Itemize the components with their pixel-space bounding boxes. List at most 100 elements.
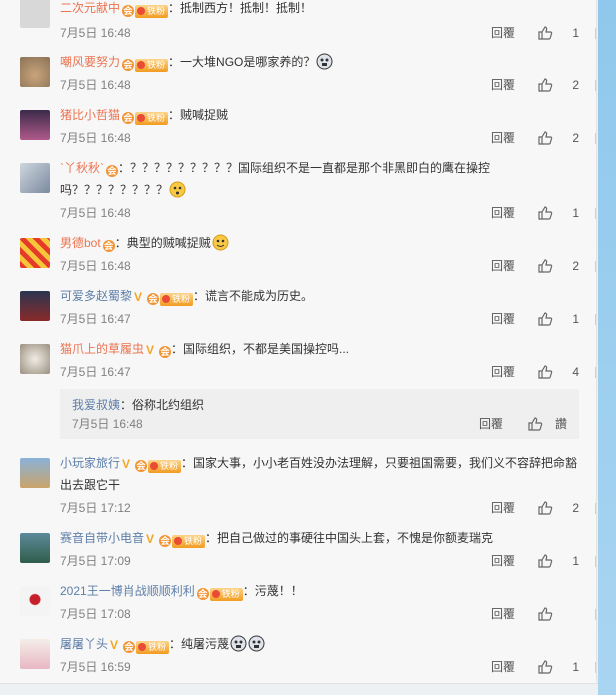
verified-icon: V: [122, 457, 131, 471]
like-count: 4: [572, 365, 579, 379]
avatar[interactable]: [20, 458, 50, 488]
thumbs-up-icon: [538, 206, 553, 220]
bottom-edge: [0, 683, 598, 695]
avatar[interactable]: [20, 0, 50, 28]
comment-username[interactable]: 猫爪上的草履虫: [60, 342, 144, 356]
comment-username[interactable]: `丫秋秋`: [60, 161, 104, 175]
avatar[interactable]: [20, 639, 50, 669]
thumbs-up-icon: [528, 417, 543, 431]
fan-badge: 铁粉: [209, 588, 243, 601]
reply-button[interactable]: 回覆: [491, 499, 515, 517]
reply-button[interactable]: 回覆: [491, 552, 515, 570]
reply-button[interactable]: 回覆: [491, 310, 515, 328]
member-badge-icon: 会: [147, 293, 160, 305]
like-count: 1: [572, 206, 579, 220]
member-badge-icon: 会: [196, 588, 209, 600]
reply-button[interactable]: 回覆: [491, 24, 515, 42]
reply-button[interactable]: 回覆: [491, 129, 515, 147]
comment-text: ：污蔑！！: [242, 584, 303, 598]
like-count: 2: [572, 131, 579, 145]
member-badge-icon: 会: [159, 535, 172, 547]
member-badge-icon: 会: [135, 460, 148, 472]
comment-text: ：国际组织，不都是美国操控吗...: [171, 342, 350, 356]
comment-time: 7月5日 16:48: [60, 206, 131, 220]
member-badge-icon: 会: [122, 5, 135, 17]
emoji-face-icon: [212, 234, 229, 251]
verified-icon: V: [146, 532, 155, 546]
comment-time: 7月5日 17:08: [60, 607, 131, 621]
comment-time: 7月5日 16:48: [60, 78, 131, 92]
comment-username[interactable]: 2021王一博肖战顺顺利利: [60, 584, 195, 598]
comment-username[interactable]: 嘲风要努力: [60, 55, 120, 69]
member-badge-icon: 会: [123, 641, 136, 653]
comment-username[interactable]: 屠屠丫头: [60, 637, 108, 651]
reply-button[interactable]: 回覆: [491, 363, 515, 381]
emoji-face-icon: [248, 635, 265, 652]
fan-badge: 铁粉: [135, 5, 169, 18]
thumbs-up-icon: [538, 607, 553, 621]
verified-icon: V: [134, 290, 143, 304]
member-badge-icon: 会: [122, 59, 135, 71]
comment-text: ：贼喊捉贼: [168, 108, 229, 122]
comment-text: ：抵制西方！抵制！抵制！: [168, 1, 313, 15]
verified-icon: V: [146, 343, 155, 357]
page-scroll-area[interactable]: [598, 0, 616, 695]
comment-username[interactable]: 可爱多赵蜀黎: [60, 289, 132, 303]
sub-like-label: 讚: [554, 417, 567, 431]
thumbs-up-icon: [538, 660, 553, 674]
like-count: 2: [572, 259, 579, 273]
comment-text: ：一大堆NGO是哪家养的？: [168, 55, 316, 69]
sub-reply-button[interactable]: 回覆: [479, 415, 503, 433]
avatar[interactable]: [20, 110, 50, 140]
avatar[interactable]: [20, 291, 50, 321]
fan-badge: 铁粉: [135, 112, 169, 125]
avatar[interactable]: [20, 344, 50, 374]
avatar[interactable]: [20, 57, 50, 87]
comment-text: ：把自己做过的事硬往中国头上套，不愧是你额麦瑞克: [205, 531, 494, 545]
sub-reply: 我爱叔姨：俗称北约组织 7月5日 16:48 回覆 讚: [60, 389, 579, 439]
member-badge-icon: 会: [122, 112, 135, 124]
comment-text: ：？？？？？？？？？国际组织不是一直都是那个非黑即白的鹰在操控: [118, 161, 491, 175]
comment-time: 7月5日 17:09: [60, 554, 131, 568]
avatar[interactable]: [20, 163, 50, 193]
thumbs-up-icon: [538, 312, 553, 326]
emoji-face-icon: [316, 53, 333, 70]
fan-badge: 铁粉: [160, 293, 194, 306]
avatar[interactable]: [20, 586, 50, 616]
comment-username[interactable]: 二次元献中: [60, 1, 120, 15]
like-count: 1: [572, 660, 579, 674]
comment-text-continued: 吗？？？？？？？？: [60, 183, 169, 197]
comment-username[interactable]: 猪比小哲猫: [60, 108, 120, 122]
avatar[interactable]: [20, 533, 50, 563]
comment-username[interactable]: 男德bot: [60, 236, 101, 250]
reply-button[interactable]: 回覆: [491, 257, 515, 275]
comment-username[interactable]: 赛音自带小电音: [60, 531, 144, 545]
sub-reply-username[interactable]: 我爱叔姨: [72, 398, 120, 412]
sub-reply-time: 7月5日 16:48: [72, 417, 143, 431]
fan-badge: 铁粉: [148, 460, 182, 473]
reply-button[interactable]: 回覆: [491, 658, 515, 676]
comment-time: 7月5日 16:47: [60, 365, 131, 379]
reply-button[interactable]: 回覆: [491, 605, 515, 623]
comment-time: 7月5日 16:59: [60, 660, 131, 674]
comment-username[interactable]: 小玩家旅行: [60, 456, 120, 470]
like-count: 1: [572, 26, 579, 40]
thumbs-up-icon: [538, 26, 553, 40]
comment-text: ：谎言不能成为历史。: [193, 289, 314, 303]
member-badge-icon: 会: [106, 165, 118, 177]
like-count: 2: [572, 78, 579, 92]
like-count: 1: [572, 554, 579, 568]
reply-button[interactable]: 回覆: [491, 204, 515, 222]
comment-text: ：纯屠污蔑: [169, 637, 230, 651]
thumbs-up-icon: [538, 131, 553, 145]
comment-time: 7月5日 16:48: [60, 259, 131, 273]
avatar[interactable]: [20, 238, 50, 268]
thumbs-up-icon: [538, 259, 553, 273]
reply-button[interactable]: 回覆: [491, 76, 515, 94]
thumbs-up-icon: [538, 501, 553, 515]
verified-icon: V: [110, 638, 119, 652]
comment-panel: 二次元献中会铁粉 ：抵制西方！抵制！抵制！ 7月5日 16:48 回覆 1 嘲风要…: [0, 0, 597, 683]
fan-badge: 铁粉: [136, 641, 170, 654]
thumbs-up-icon: [538, 78, 553, 92]
comment-text-continued: 出去跟它干: [60, 478, 121, 492]
